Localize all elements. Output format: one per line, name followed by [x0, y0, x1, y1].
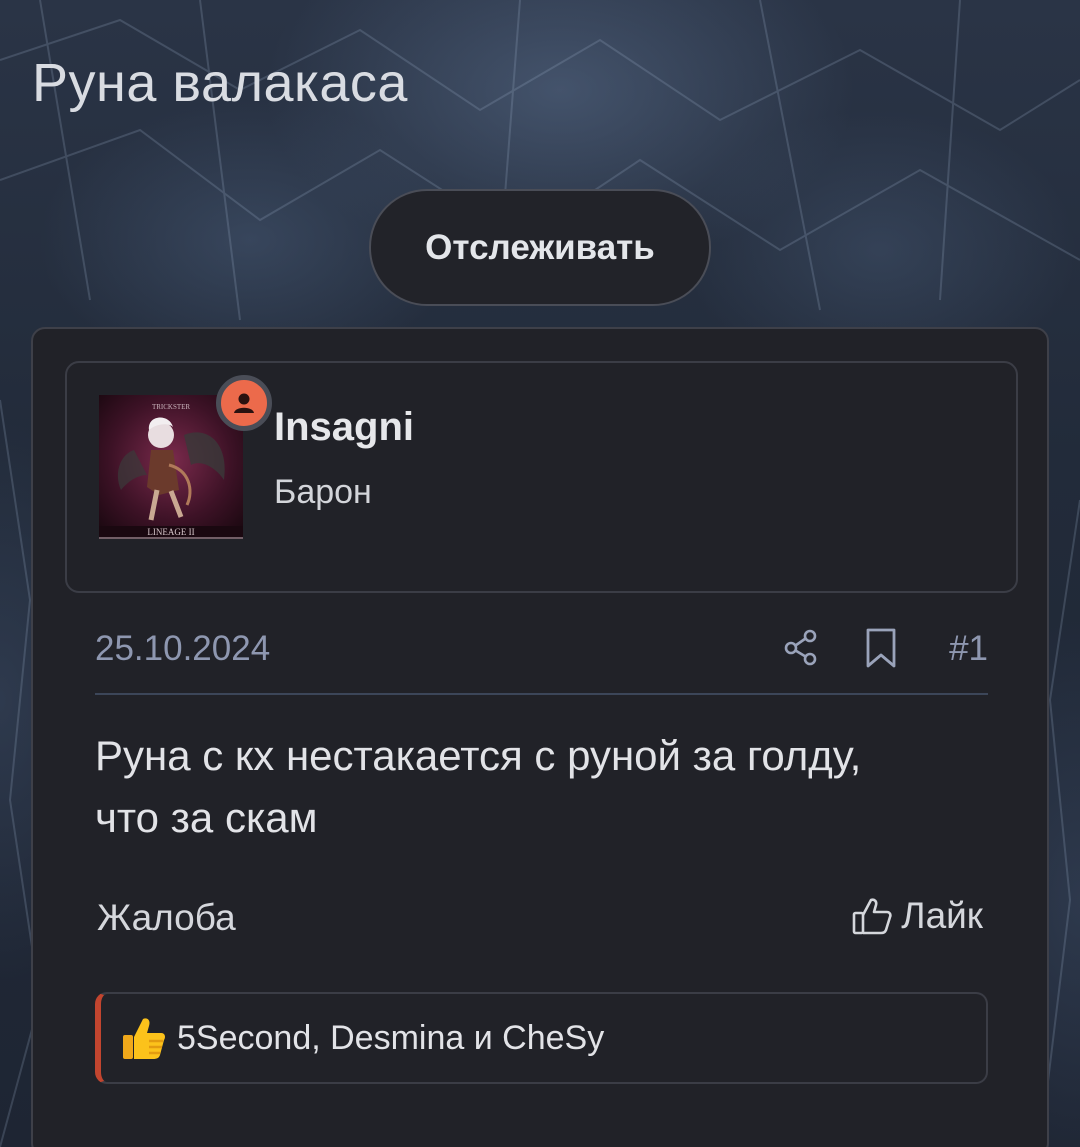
author-rank: Барон [274, 473, 372, 511]
thumbs-up-emoji-icon [123, 1018, 165, 1059]
avatar-caption-bottom: LINEAGE II [147, 527, 194, 537]
reaction-users: 5Second, Desmina и CheSy [177, 1018, 605, 1057]
post-date[interactable]: 25.10.2024 [95, 629, 270, 669]
post-meta: 25.10.2024 #1 [95, 627, 988, 695]
author-box: TRICKSTER LINEAGE II Insagni Барон [65, 361, 1018, 593]
thread-title: Руна валакаса [32, 53, 408, 113]
post-body-line: что за скам [95, 794, 318, 841]
avatar-caption-top: TRICKSTER [152, 403, 190, 411]
user-icon [234, 393, 254, 413]
user-status-badge [216, 375, 272, 431]
post-card: TRICKSTER LINEAGE II Insagni Барон 25.10… [31, 327, 1049, 1147]
page: Руна валакаса Отслеживать TRICKSTER LINE… [0, 0, 1080, 1147]
post-body-line: Руна с кх нестакается с руной за голду, [95, 732, 862, 779]
like-button[interactable]: Лайк [851, 895, 983, 937]
report-link[interactable]: Жалоба [97, 897, 236, 939]
post-number[interactable]: #1 [949, 629, 988, 669]
follow-button[interactable]: Отслеживать [369, 189, 711, 306]
author-username[interactable]: Insagni [274, 405, 414, 450]
share-icon[interactable] [781, 627, 821, 667]
like-label: Лайк [901, 895, 983, 936]
thumbs-up-icon [852, 898, 892, 935]
bookmark-icon[interactable] [863, 627, 899, 669]
reactions-bar[interactable]: 5Second, Desmina и CheSy [95, 992, 988, 1084]
post-body: Руна с кх нестакается с руной за голду, … [95, 725, 975, 849]
